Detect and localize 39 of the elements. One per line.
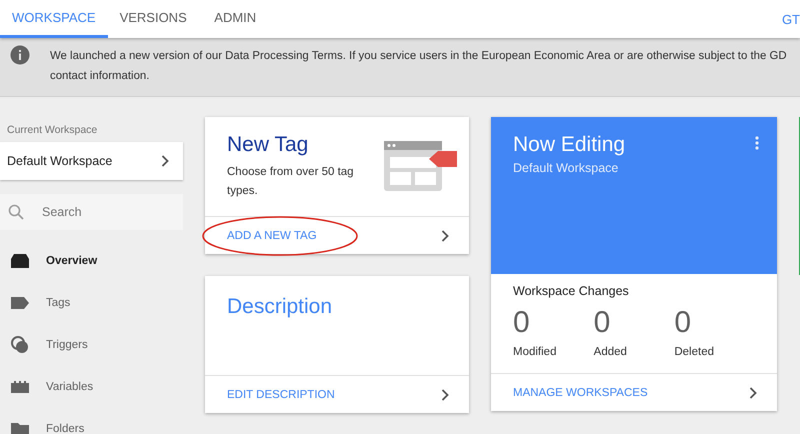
overlapping-circles-icon [11,336,29,354]
workspace-name: Default Workspace [513,161,620,175]
inbox-icon [11,254,29,268]
sidebar-item[interactable]: Tags [0,282,183,324]
sidebar-item[interactable]: Folders [0,408,183,434]
folder-icon [11,422,29,434]
workspace-selector[interactable]: Default Workspace [0,142,183,180]
account-link[interactable]: GT [782,0,800,38]
manage-workspaces-link[interactable]: MANAGE WORKSPACES [513,386,648,398]
search-field[interactable]: Search [0,194,183,230]
sidebar-item[interactable]: Overview [0,240,183,282]
changes-title: Workspace Changes [513,284,630,298]
blocks-icon [11,381,29,393]
card-title: Now Editing [513,133,626,157]
info-icon [10,45,30,65]
chevron-right-icon [441,230,449,242]
label-icon [11,297,29,309]
add-tag-link[interactable]: ADD A NEW TAG [227,230,317,242]
chevron-right-icon [161,155,169,167]
stat-value: 0 [513,308,531,338]
card-title: New Tag [227,133,310,157]
nav-tab[interactable]: VERSIONS [108,0,199,38]
stat-value: 0 [594,308,612,338]
nav-tab[interactable]: ADMIN [198,0,272,38]
chevron-right-icon [441,388,449,400]
notice-text: We launched a new version of our Data Processing Terms. If you service users in the European Economic Area or are otherwise subject to the GD [50,49,787,64]
more-vert-icon[interactable] [755,136,759,150]
current-workspace-label: Current Workspace [6,124,98,136]
sidebar-item[interactable]: Variables [0,366,183,408]
sidebar-item[interactable]: Triggers [0,324,183,366]
chevron-right-icon [749,386,757,398]
stat-label: Deleted [674,346,715,358]
stat-value: 0 [674,308,692,338]
notice-text: contact information. [50,69,150,84]
card-title: Description [227,294,334,319]
edit-description-link[interactable]: EDIT DESCRIPTION [227,388,335,400]
stat-label: Added [594,346,628,358]
stat-label: Modified [513,346,558,358]
card-description: Choose from over 50 tag types. [227,165,355,199]
